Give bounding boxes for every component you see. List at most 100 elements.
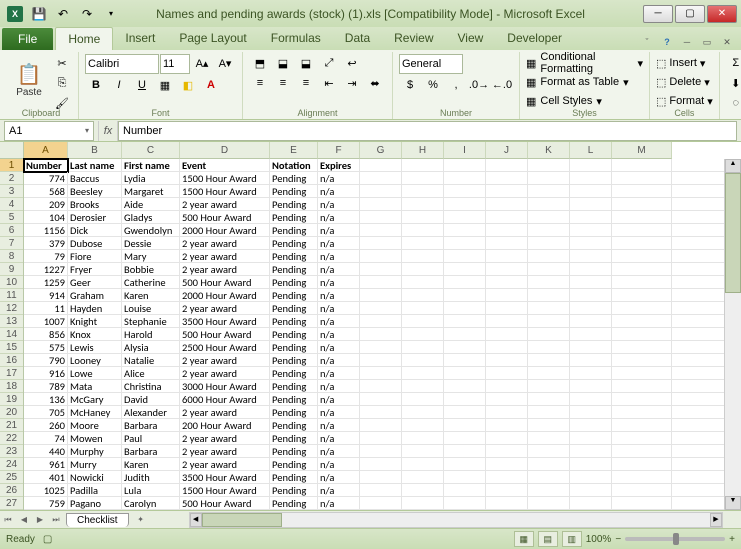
- cell[interactable]: [402, 458, 444, 471]
- cell[interactable]: n/a: [318, 198, 360, 211]
- fx-icon[interactable]: fx: [98, 121, 118, 141]
- comma-icon[interactable]: ,: [445, 76, 467, 94]
- cell[interactable]: [612, 419, 672, 432]
- cell[interactable]: [402, 172, 444, 185]
- cell[interactable]: n/a: [318, 224, 360, 237]
- normal-view-icon[interactable]: ▦: [514, 531, 534, 547]
- cell[interactable]: 260: [24, 419, 68, 432]
- cell[interactable]: Pending: [270, 263, 318, 276]
- cell[interactable]: [612, 302, 672, 315]
- cell[interactable]: n/a: [318, 419, 360, 432]
- cell[interactable]: 3000 Hour Award: [180, 380, 270, 393]
- fill-color-icon[interactable]: ◧: [177, 76, 199, 94]
- cell[interactable]: [570, 328, 612, 341]
- cell[interactable]: Beesley: [68, 185, 122, 198]
- cell[interactable]: Aide: [122, 198, 180, 211]
- cell[interactable]: n/a: [318, 380, 360, 393]
- maximize-button[interactable]: ▢: [675, 5, 705, 23]
- col-header-B[interactable]: B: [68, 142, 122, 159]
- cell[interactable]: 500 Hour Award: [180, 211, 270, 224]
- cell[interactable]: [444, 237, 486, 250]
- cell[interactable]: 2000 Hour Award: [180, 224, 270, 237]
- cell[interactable]: [570, 250, 612, 263]
- font-name-combo[interactable]: [85, 54, 159, 74]
- cell[interactable]: [528, 354, 570, 367]
- cell[interactable]: n/a: [318, 328, 360, 341]
- col-header-K[interactable]: K: [528, 142, 570, 159]
- cell[interactable]: [570, 237, 612, 250]
- cell[interactable]: [444, 471, 486, 484]
- cell[interactable]: [360, 380, 402, 393]
- cell[interactable]: Padilla: [68, 484, 122, 497]
- cell[interactable]: Looney: [68, 354, 122, 367]
- cell[interactable]: [570, 211, 612, 224]
- doc-minimize-icon[interactable]: ─: [677, 34, 697, 50]
- cell[interactable]: [570, 393, 612, 406]
- cell[interactable]: 3500 Hour Award: [180, 471, 270, 484]
- cell[interactable]: [402, 484, 444, 497]
- cell[interactable]: [444, 263, 486, 276]
- cell[interactable]: Louise: [122, 302, 180, 315]
- cell[interactable]: Christina: [122, 380, 180, 393]
- cell[interactable]: [444, 185, 486, 198]
- macro-record-icon[interactable]: ▢: [43, 534, 52, 545]
- cell[interactable]: Pending: [270, 419, 318, 432]
- cell[interactable]: Pending: [270, 250, 318, 263]
- merge-center-icon[interactable]: ⬌: [364, 74, 386, 92]
- close-button[interactable]: ✕: [707, 5, 737, 23]
- cell[interactable]: 759: [24, 497, 68, 510]
- cell[interactable]: [528, 289, 570, 302]
- cell[interactable]: [402, 289, 444, 302]
- cell[interactable]: 790: [24, 354, 68, 367]
- cell[interactable]: [528, 393, 570, 406]
- cell[interactable]: 401: [24, 471, 68, 484]
- cell[interactable]: [612, 172, 672, 185]
- cell[interactable]: [360, 497, 402, 510]
- cell[interactable]: n/a: [318, 497, 360, 510]
- cell[interactable]: David: [122, 393, 180, 406]
- qat-customize-icon[interactable]: ▾: [100, 3, 122, 25]
- row-header-19[interactable]: 19: [0, 393, 23, 406]
- row-header-8[interactable]: 8: [0, 250, 23, 263]
- cell[interactable]: 3500 Hour Award: [180, 315, 270, 328]
- cell[interactable]: [528, 341, 570, 354]
- cell[interactable]: [570, 172, 612, 185]
- cell[interactable]: 2 year award: [180, 237, 270, 250]
- cell[interactable]: [486, 393, 528, 406]
- cell[interactable]: [528, 367, 570, 380]
- cell[interactable]: Expires: [318, 159, 360, 172]
- cell[interactable]: [402, 328, 444, 341]
- cell[interactable]: [444, 393, 486, 406]
- cell[interactable]: [402, 341, 444, 354]
- cell[interactable]: Pending: [270, 302, 318, 315]
- row-header-18[interactable]: 18: [0, 380, 23, 393]
- row-header-24[interactable]: 24: [0, 458, 23, 471]
- cell[interactable]: [402, 237, 444, 250]
- cell[interactable]: Pending: [270, 237, 318, 250]
- hscroll-thumb[interactable]: [202, 513, 282, 527]
- cell[interactable]: [486, 458, 528, 471]
- tab-home[interactable]: Home: [55, 27, 113, 50]
- cell[interactable]: [528, 185, 570, 198]
- cell[interactable]: n/a: [318, 289, 360, 302]
- cell[interactable]: 11: [24, 302, 68, 315]
- cell[interactable]: [360, 484, 402, 497]
- cell[interactable]: Pending: [270, 341, 318, 354]
- cell[interactable]: 2 year award: [180, 445, 270, 458]
- cell[interactable]: [486, 159, 528, 172]
- cell[interactable]: [360, 341, 402, 354]
- cell[interactable]: Pending: [270, 497, 318, 510]
- increase-font-icon[interactable]: A▴: [191, 54, 213, 72]
- cell[interactable]: [612, 484, 672, 497]
- fill-icon[interactable]: ⬇: [726, 74, 741, 92]
- cell[interactable]: [528, 250, 570, 263]
- cell[interactable]: [444, 497, 486, 510]
- cell[interactable]: Pending: [270, 367, 318, 380]
- wrap-text-icon[interactable]: ↩: [341, 54, 363, 72]
- cell[interactable]: 2 year award: [180, 406, 270, 419]
- col-header-L[interactable]: L: [570, 142, 612, 159]
- cell[interactable]: [528, 445, 570, 458]
- cell[interactable]: Pending: [270, 198, 318, 211]
- cell[interactable]: [360, 471, 402, 484]
- col-header-D[interactable]: D: [180, 142, 270, 159]
